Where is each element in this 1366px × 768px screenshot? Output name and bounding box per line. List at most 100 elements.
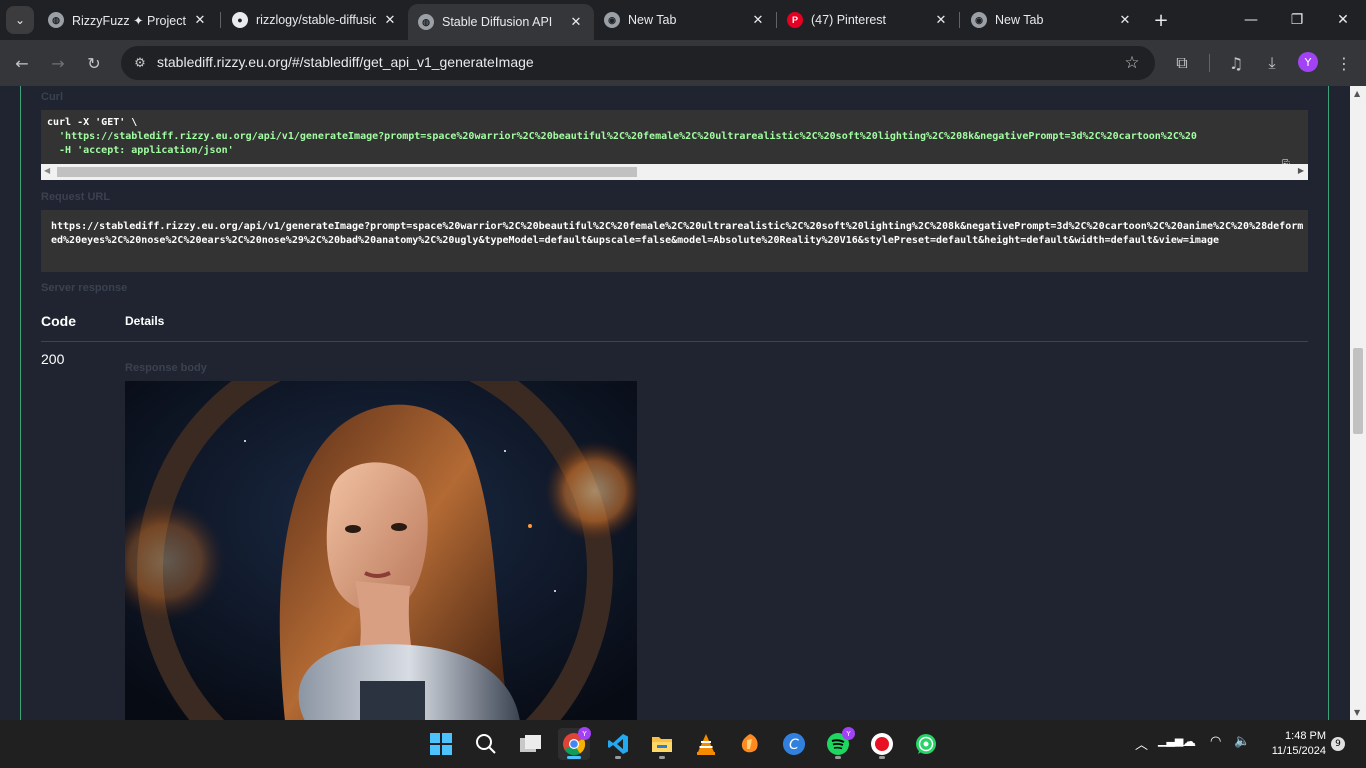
show-hidden-icons-chevron-icon[interactable]: ︿ bbox=[1135, 734, 1148, 753]
close-window-button[interactable]: ✕ bbox=[1330, 8, 1356, 32]
running-indicator bbox=[615, 756, 621, 759]
site-settings-icon[interactable]: ⚙ bbox=[129, 52, 151, 74]
whatsapp-icon bbox=[916, 734, 936, 754]
close-icon[interactable]: ✕ bbox=[192, 12, 208, 28]
back-button[interactable]: ← bbox=[8, 49, 36, 77]
tab-rizzyfuzz[interactable]: ◍ RizzyFuzz ✦ Projects ✕ bbox=[38, 4, 218, 36]
puzzle-icon: ⧉ bbox=[1176, 53, 1188, 72]
curl-code-block[interactable]: curl -X 'GET' \ 'https://stablediff.rizz… bbox=[41, 110, 1308, 166]
table-divider bbox=[41, 341, 1308, 342]
arrow-right-icon: → bbox=[51, 53, 65, 73]
bookmark-star-icon[interactable]: ☆ bbox=[1121, 52, 1143, 74]
server-response-label: Server response bbox=[41, 282, 128, 294]
taskbar-search-button[interactable] bbox=[470, 728, 502, 760]
request-url-label: Request URL bbox=[41, 191, 111, 203]
fl-studio-icon bbox=[741, 734, 758, 753]
file-explorer-icon bbox=[652, 737, 672, 752]
taskbar-fl-studio[interactable] bbox=[734, 728, 766, 760]
page-content: Curl curl -X 'GET' \ 'https://stablediff… bbox=[0, 86, 1350, 720]
wifi-icon[interactable]: ◠ bbox=[1210, 734, 1221, 749]
running-indicator bbox=[835, 756, 841, 759]
new-tab-button[interactable]: + bbox=[1151, 9, 1171, 31]
volume-icon[interactable]: 🔈 bbox=[1234, 734, 1250, 749]
request-url-block[interactable]: https://stablediff.rizzy.eu.org/api/v1/g… bbox=[41, 210, 1308, 272]
restore-button[interactable]: ❐ bbox=[1284, 8, 1310, 32]
tab-new-tab-1[interactable]: ◉ New Tab ✕ bbox=[594, 4, 776, 36]
taskbar-vlc[interactable] bbox=[690, 728, 722, 760]
taskbar-spotify[interactable]: Y bbox=[822, 727, 855, 760]
system-clock[interactable]: 1:48 PM 11/15/2024 bbox=[1262, 729, 1326, 759]
profile-badge: Y bbox=[842, 727, 855, 740]
scrollbar-thumb[interactable] bbox=[1353, 348, 1363, 434]
response-body-label: Response body bbox=[125, 362, 207, 374]
reload-button[interactable]: ↻ bbox=[80, 49, 108, 77]
browser-menu-button[interactable]: ⋮ bbox=[1330, 49, 1358, 77]
start-button[interactable] bbox=[425, 728, 457, 760]
curl-horizontal-scrollbar[interactable]: ◀ ▶ bbox=[41, 164, 1308, 180]
response-image bbox=[125, 381, 637, 720]
running-indicator bbox=[659, 756, 665, 759]
toolbar-divider bbox=[1209, 54, 1210, 72]
operation-border-left bbox=[20, 86, 21, 720]
reload-icon: ↻ bbox=[87, 53, 101, 73]
extensions-button[interactable]: ⧉ bbox=[1168, 49, 1196, 77]
notification-badge[interactable]: 9 bbox=[1331, 737, 1345, 751]
minimize-button[interactable]: — bbox=[1238, 8, 1264, 32]
scroll-down-icon[interactable]: ▼ bbox=[1354, 708, 1360, 717]
close-icon[interactable]: ✕ bbox=[750, 12, 766, 28]
arrow-left-icon: ← bbox=[15, 53, 29, 73]
github-icon: ● bbox=[232, 12, 248, 28]
tab-github[interactable]: ● rizzlogy/stable-diffusion-api ✕ bbox=[222, 4, 408, 36]
curl-line: 'https://stablediff.rizzy.eu.org/api/v1/… bbox=[47, 131, 1197, 142]
taskbar-canva[interactable]: C bbox=[778, 728, 810, 760]
taskbar-whatsapp[interactable] bbox=[910, 728, 942, 760]
screen-recorder-icon bbox=[871, 733, 893, 755]
tab-search-button[interactable]: ⌄ bbox=[6, 6, 34, 34]
taskbar-vscode[interactable] bbox=[602, 728, 634, 760]
taskbar-file-explorer[interactable] bbox=[646, 728, 678, 760]
page-vertical-scrollbar[interactable]: ▲ ▼ bbox=[1350, 86, 1366, 720]
address-bar[interactable]: ⚙ stablediff.rizzy.eu.org/#/stablediff/g… bbox=[121, 46, 1155, 80]
windows-taskbar: Y C Y ︿ ▁▃▅ ☁ ◠ 🔈 1:48 PM 11/15/2024 9 bbox=[0, 720, 1366, 768]
clock-date: 11/15/2024 bbox=[1271, 745, 1326, 757]
scroll-up-icon[interactable]: ▲ bbox=[1354, 89, 1360, 98]
close-icon: ✕ bbox=[1337, 12, 1349, 28]
vlc-icon bbox=[697, 734, 715, 755]
scroll-left-icon[interactable]: ◀ bbox=[44, 166, 50, 175]
task-view-icon bbox=[520, 735, 541, 752]
chevron-down-icon: ⌄ bbox=[14, 13, 26, 27]
scroll-right-icon[interactable]: ▶ bbox=[1298, 166, 1304, 175]
task-view-button[interactable] bbox=[514, 728, 546, 760]
media-controls-button[interactable]: ♫ bbox=[1222, 49, 1250, 77]
network-meter-icon[interactable]: ▁▃▅ bbox=[1158, 734, 1183, 747]
taskbar-screen-recorder[interactable] bbox=[866, 728, 898, 760]
tab-stable-diffusion-api[interactable]: ◍ Stable Diffusion API ✕ bbox=[408, 4, 594, 40]
canva-icon: C bbox=[783, 733, 805, 755]
profile-avatar[interactable]: Y bbox=[1298, 52, 1318, 72]
download-icon: ⤓ bbox=[1268, 53, 1276, 72]
plus-icon: + bbox=[1153, 9, 1169, 31]
tab-pinterest[interactable]: P (47) Pinterest ✕ bbox=[777, 4, 959, 36]
onedrive-cloud-icon[interactable]: ☁ bbox=[1182, 734, 1196, 750]
clock-time: 1:48 PM bbox=[1285, 730, 1326, 742]
browser-toolbar: ← → ↻ ⚙ stablediff.rizzy.eu.org/#/stable… bbox=[0, 40, 1366, 86]
tab-divider bbox=[959, 12, 960, 28]
downloads-button[interactable]: ⤓ bbox=[1258, 49, 1286, 77]
search-icon bbox=[476, 734, 496, 754]
close-icon[interactable]: ✕ bbox=[568, 14, 584, 30]
url-text[interactable]: stablediff.rizzy.eu.org/#/stablediff/get… bbox=[157, 54, 534, 70]
close-icon[interactable]: ✕ bbox=[1117, 12, 1133, 28]
tab-new-tab-2[interactable]: ◉ New Tab ✕ bbox=[961, 4, 1143, 36]
restore-icon: ❐ bbox=[1290, 12, 1304, 28]
globe-icon: ◍ bbox=[418, 14, 434, 30]
scrollbar-thumb[interactable] bbox=[57, 167, 637, 177]
chrome-icon: ◉ bbox=[971, 12, 987, 28]
pinterest-icon: P bbox=[787, 12, 803, 28]
windows-start-icon bbox=[430, 733, 452, 755]
running-indicator bbox=[879, 756, 885, 759]
close-icon[interactable]: ✕ bbox=[933, 12, 949, 28]
close-icon[interactable]: ✕ bbox=[382, 12, 398, 28]
tab-divider bbox=[220, 12, 221, 28]
forward-button[interactable]: → bbox=[44, 49, 72, 77]
taskbar-chrome[interactable]: Y bbox=[558, 727, 591, 760]
